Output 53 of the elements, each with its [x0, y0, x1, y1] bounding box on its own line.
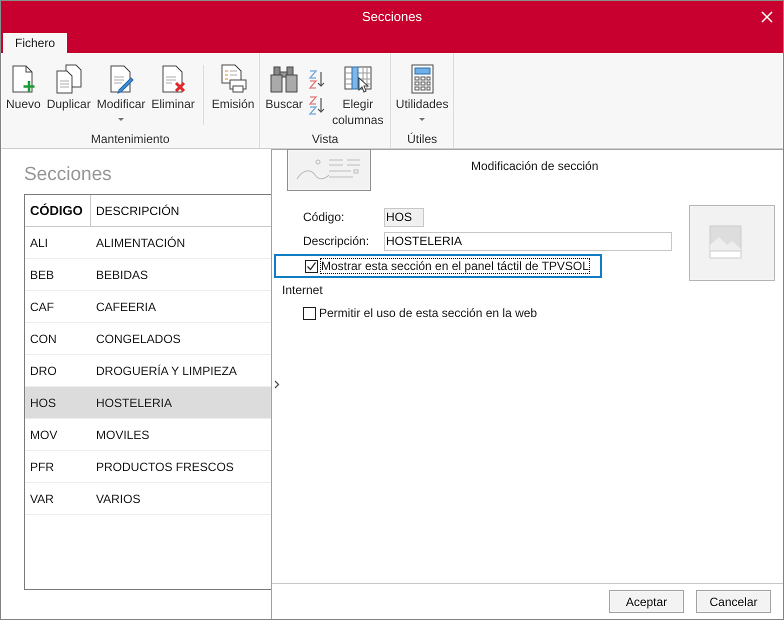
table-cell-text: CAFEERIA: [95, 298, 156, 316]
ribbon-button[interactable]: Duplicar: [44, 63, 93, 128]
input-field[interactable]: HOS: [384, 208, 424, 226]
table-cell-text: MOV: [29, 426, 58, 444]
ribbon-button[interactable]: Utilidades: [394, 63, 450, 128]
ribbon-button[interactable]: Buscar: [263, 63, 305, 128]
caret-icon: [419, 118, 426, 121]
table-row[interactable]: HOS HOSTELERIA: [25, 387, 271, 419]
dialog-button[interactable]: Cancelar: [696, 590, 771, 613]
table-cell-text: ALIMENTACIÓN: [95, 234, 186, 252]
table-cell-text: PFR: [29, 458, 55, 476]
section-heading: Internet: [281, 282, 324, 299]
table-cell-text: HOSTELERIA: [95, 394, 172, 412]
table-cell-text: DRO: [29, 362, 58, 380]
sort-ascending-icon[interactable]: [308, 69, 326, 89]
checkbox[interactable]: [305, 260, 318, 272]
table-cell-text: BEB: [29, 266, 56, 284]
field-label: Código:: [303, 209, 346, 226]
table-cell-text: ALI: [29, 234, 50, 252]
group-label: Vista: [310, 131, 340, 148]
dialog-button[interactable]: Aceptar: [609, 590, 684, 613]
sort-descending-icon[interactable]: [308, 95, 326, 115]
table-cell-text: PRODUCTOS FRESCOS: [95, 458, 234, 476]
table-cell-text: CON: [29, 330, 58, 348]
ribbon-button[interactable]: Eliminar: [149, 63, 197, 128]
table-cell-text: VARIOS: [95, 490, 140, 508]
close-icon[interactable]: [761, 11, 773, 23]
table-cell-text: DROGUERÍA Y LIMPIEZA: [95, 362, 237, 380]
expand-chevron-icon[interactable]: [274, 380, 280, 389]
checkbox[interactable]: [303, 306, 316, 320]
field-label: Descripción:: [303, 233, 370, 250]
panel-title: Secciones: [24, 163, 113, 187]
column-header[interactable]: CÓDIGO: [25, 195, 91, 226]
group-label: Mantenimiento: [90, 131, 171, 148]
table-cell-text: VAR: [29, 490, 55, 508]
ribbon-tab[interactable]: Fichero: [3, 33, 68, 53]
checkbox-label[interactable]: Permitir el uso de esta sección en la web: [318, 305, 538, 321]
table-cell-text: BEBIDAS: [95, 266, 148, 284]
ribbon-button[interactable]: Nuevo: [4, 63, 43, 128]
caret-icon: [118, 118, 124, 121]
table-cell-text: CAF: [29, 298, 55, 316]
column-header[interactable]: DESCRIPCIÓN: [91, 202, 180, 220]
input-field[interactable]: HOSTELERIA: [384, 232, 672, 250]
window-title: Secciones: [362, 8, 422, 26]
ribbon-button[interactable]: Emisión: [210, 63, 256, 128]
table-cell-text: CONGELADOS: [95, 330, 181, 348]
ribbon-button[interactable]: Modificar: [94, 63, 148, 128]
table-cell-text: HOS: [29, 394, 58, 412]
table-cell-text: MOVILES: [95, 426, 150, 444]
ribbon-button[interactable]: Elegir columnas: [328, 63, 387, 128]
group-label: Útiles: [406, 131, 438, 148]
checkbox-label[interactable]: Mostrar esta sección en el panel táctil de TPVSOL: [320, 258, 590, 274]
form-title: Modificación de sección: [471, 158, 598, 175]
